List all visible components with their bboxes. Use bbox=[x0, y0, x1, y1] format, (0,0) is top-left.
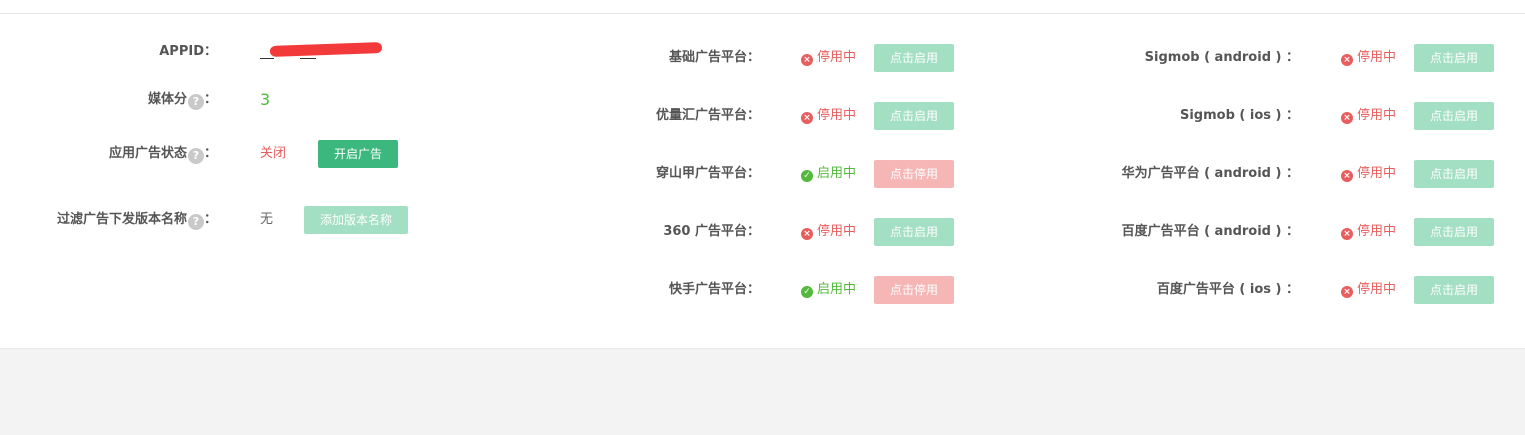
platform-status-text: 启用中 bbox=[817, 166, 857, 181]
x-circle-icon: × bbox=[1341, 112, 1353, 124]
x-circle-icon: × bbox=[1341, 286, 1353, 298]
ad-status-label: 应用广告状态 bbox=[108, 146, 187, 161]
x-circle-icon: × bbox=[801, 112, 813, 124]
appid-redaction bbox=[269, 42, 383, 57]
platform-label: Sigmob ( ios ) ： bbox=[1179, 108, 1299, 123]
platform-label: 基础广告平台： bbox=[668, 50, 760, 65]
x-circle-icon: × bbox=[1341, 170, 1353, 182]
disable-platform-button[interactable]: 点击停用 bbox=[874, 160, 954, 188]
platform-label: 快手广告平台： bbox=[668, 282, 760, 297]
filter-label: 过滤广告下发版本名称 bbox=[56, 212, 187, 227]
help-icon[interactable]: ? bbox=[187, 94, 204, 110]
enable-platform-button[interactable]: 点击启用 bbox=[1414, 102, 1494, 130]
appid-label: APPID： bbox=[159, 44, 217, 59]
ad-status-value: 关闭 bbox=[260, 146, 287, 161]
platform-label: Sigmob ( android ) ： bbox=[1144, 50, 1299, 65]
platform-status-text: 启用中 bbox=[817, 282, 857, 297]
platform-status: × 停用中 bbox=[801, 48, 856, 68]
platform-status: ✓ 启用中 bbox=[801, 164, 856, 184]
platform-status-text: 停用中 bbox=[1357, 50, 1397, 65]
enable-platform-button[interactable]: 点击启用 bbox=[1414, 160, 1494, 188]
platform-label: 穿山甲广告平台： bbox=[655, 166, 760, 181]
platform-status-text: 停用中 bbox=[817, 108, 857, 123]
platform-status-text: 停用中 bbox=[1357, 282, 1397, 297]
media-score-row-label: 媒体分?： bbox=[148, 90, 217, 110]
media-score-label: 媒体分 bbox=[147, 92, 187, 107]
enable-platform-button[interactable]: 点击启用 bbox=[874, 44, 954, 72]
help-icon[interactable]: ? bbox=[187, 214, 204, 230]
platform-label: 华为广告平台 ( android ) ： bbox=[1121, 166, 1299, 181]
appid-underline bbox=[260, 58, 274, 59]
enable-platform-button[interactable]: 点击启用 bbox=[874, 102, 954, 130]
platform-status: × 停用中 bbox=[1341, 280, 1396, 300]
platform-status-text: 停用中 bbox=[817, 50, 857, 65]
platform-status-text: 停用中 bbox=[817, 224, 857, 239]
platform-status-text: 停用中 bbox=[1357, 224, 1397, 239]
enable-platform-button[interactable]: 点击启用 bbox=[1414, 44, 1494, 72]
media-score-value: 3 bbox=[260, 90, 271, 109]
platform-status: × 停用中 bbox=[1341, 48, 1396, 68]
enable-platform-button[interactable]: 点击启用 bbox=[874, 218, 954, 246]
add-version-name-button[interactable]: 添加版本名称 bbox=[304, 206, 408, 234]
filter-colon: ： bbox=[203, 212, 217, 227]
divider bbox=[0, 13, 1525, 14]
x-circle-icon: × bbox=[801, 54, 813, 66]
enable-platform-button[interactable]: 点击启用 bbox=[1414, 218, 1494, 246]
platform-label: 360 广告平台： bbox=[663, 224, 760, 239]
ad-status-row-label: 应用广告状态?： bbox=[109, 144, 217, 164]
x-circle-icon: × bbox=[1341, 54, 1353, 66]
media-score-colon: ： bbox=[203, 92, 217, 107]
platform-label: 百度广告平台 ( android ) ： bbox=[1121, 224, 1299, 239]
x-circle-icon: × bbox=[1341, 228, 1353, 240]
platform-status: × 停用中 bbox=[1341, 106, 1396, 126]
enable-ads-button[interactable]: 开启广告 bbox=[318, 140, 398, 168]
ad-settings-panel: APPID： 媒体分?： 3 应用广告状态?： 关闭 开启广告 过滤广告下发版本… bbox=[0, 0, 1525, 349]
platform-label: 优量汇广告平台： bbox=[655, 108, 760, 123]
platform-status-text: 停用中 bbox=[1357, 108, 1397, 123]
platform-status: × 停用中 bbox=[801, 106, 856, 126]
platform-status: × 停用中 bbox=[801, 222, 856, 242]
enable-platform-button[interactable]: 点击启用 bbox=[1414, 276, 1494, 304]
filter-row-label: 过滤广告下发版本名称?： bbox=[57, 210, 217, 230]
help-icon[interactable]: ? bbox=[187, 148, 204, 164]
platform-status: × 停用中 bbox=[1341, 222, 1396, 242]
x-circle-icon: × bbox=[801, 228, 813, 240]
check-circle-icon: ✓ bbox=[801, 170, 813, 182]
check-circle-icon: ✓ bbox=[801, 286, 813, 298]
appid-underline bbox=[300, 58, 316, 59]
platform-status: × 停用中 bbox=[1341, 164, 1396, 184]
platform-label: 百度广告平台 ( ios ) ： bbox=[1156, 282, 1299, 297]
platform-status-text: 停用中 bbox=[1357, 166, 1397, 181]
filter-value: 无 bbox=[260, 212, 274, 227]
disable-platform-button[interactable]: 点击停用 bbox=[874, 276, 954, 304]
platform-status: ✓ 启用中 bbox=[801, 280, 856, 300]
ad-status-colon: ： bbox=[203, 146, 217, 161]
